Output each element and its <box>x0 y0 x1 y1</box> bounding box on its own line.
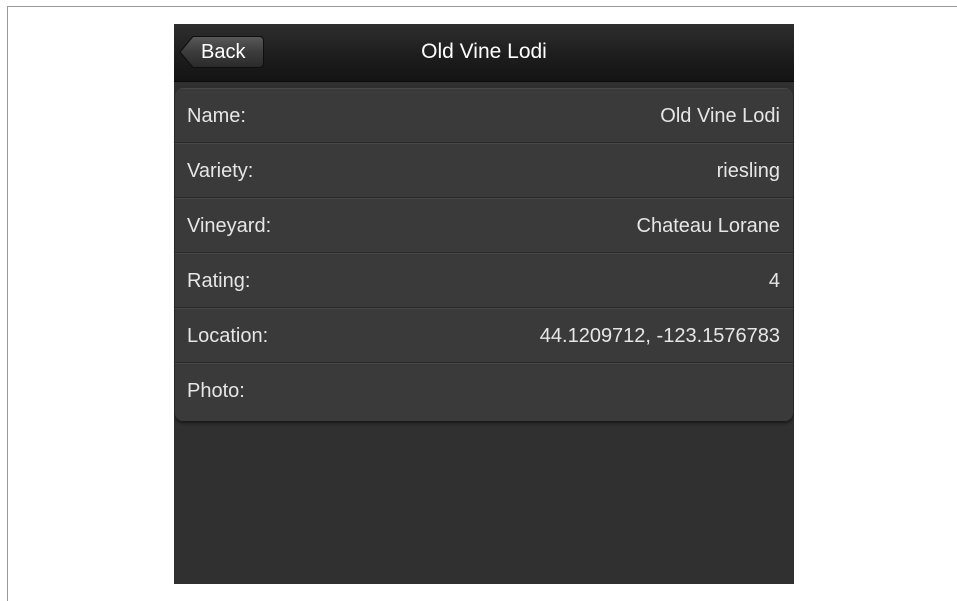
row-photo[interactable]: Photo: <box>175 363 793 421</box>
navigation-bar: Back Old Vine Lodi <box>174 24 794 82</box>
name-label: Name: <box>187 105 246 127</box>
app-screen: Back Old Vine Lodi Name: Old Vine Lodi V… <box>174 24 794 584</box>
row-vineyard[interactable]: Vineyard: Chateau Lorane <box>175 198 793 253</box>
page-title: Old Vine Lodi <box>421 40 547 63</box>
vineyard-value: Chateau Lorane <box>636 215 780 237</box>
variety-label: Variety: <box>187 160 254 182</box>
rating-value: 4 <box>768 270 780 292</box>
details-table: Name: Old Vine Lodi Variety: riesling Vi… <box>175 88 793 421</box>
location-value: 44.1209712, -123.1576783 <box>539 325 780 347</box>
row-variety[interactable]: Variety: riesling <box>175 143 793 198</box>
variety-value: riesling <box>716 160 780 182</box>
row-name[interactable]: Name: Old Vine Lodi <box>175 88 793 143</box>
row-rating[interactable]: Rating: 4 <box>175 253 793 308</box>
vineyard-label: Vineyard: <box>187 215 272 237</box>
name-value: Old Vine Lodi <box>660 105 780 127</box>
photo-label: Photo: <box>187 380 245 402</box>
row-location[interactable]: Location: 44.1209712, -123.1576783 <box>175 308 793 363</box>
location-label: Location: <box>187 325 269 347</box>
rating-label: Rating: <box>187 270 251 292</box>
